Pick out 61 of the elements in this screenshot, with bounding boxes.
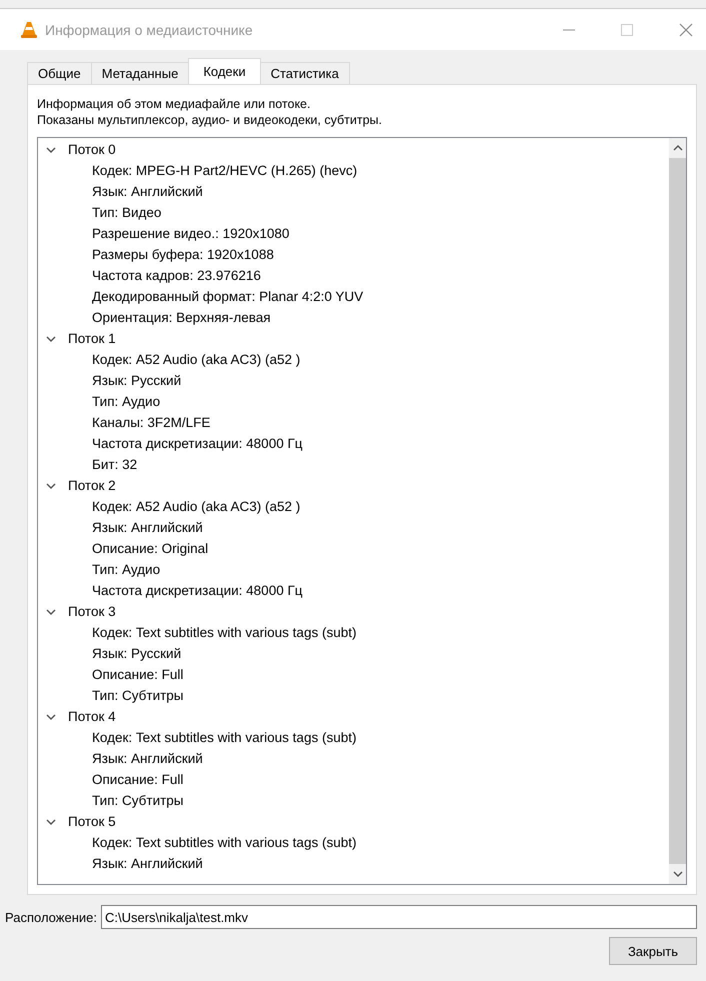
tree-item[interactable]: Тип: Субтитры bbox=[38, 790, 669, 811]
stream-label: Поток 1 bbox=[68, 330, 116, 348]
chevron-icon[interactable] bbox=[46, 816, 56, 826]
tree-item[interactable]: Кодек: MPEG-H Part2/HEVC (H.265) (hevc) bbox=[38, 160, 669, 181]
description-text: Информация об этом медиафайле или потоке. bbox=[37, 96, 312, 112]
tree-item[interactable]: Поток 0 bbox=[38, 139, 669, 160]
stream-label: Поток 5 bbox=[68, 813, 116, 831]
tree-item[interactable]: Частота кадров: 23.976216 bbox=[38, 265, 669, 286]
chevron-icon[interactable] bbox=[46, 606, 56, 616]
tree-item[interactable]: Язык: Русский bbox=[38, 370, 669, 391]
tree-item[interactable]: Язык: Английский bbox=[38, 517, 669, 538]
stream-label: Поток 2 bbox=[68, 477, 116, 495]
traffic-cone-icon bbox=[21, 20, 37, 38]
chevron-icon[interactable] bbox=[46, 334, 56, 344]
tree-item[interactable]: Язык: Английский bbox=[38, 181, 669, 202]
chevron-icon[interactable] bbox=[46, 712, 56, 722]
tree-item[interactable]: Тип: Видео bbox=[38, 202, 669, 223]
tree-item[interactable]: Кодек: Text subtitles with various tags (subt) bbox=[38, 622, 669, 643]
close-icon[interactable] bbox=[679, 22, 693, 36]
scroll-down-icon[interactable] bbox=[672, 870, 682, 878]
tree-item[interactable]: Поток 4 bbox=[38, 706, 669, 727]
tree-item[interactable]: Поток 2 bbox=[38, 475, 669, 496]
tree-item[interactable]: Частота дискретизации: 48000 Гц bbox=[38, 433, 669, 454]
window-title: Информация о медиаисточнике bbox=[45, 22, 253, 38]
tree-item[interactable]: Разрешение видео.: 1920x1080 bbox=[38, 223, 669, 244]
chevron-icon[interactable] bbox=[46, 480, 56, 490]
tab[interactable]: Метаданные bbox=[90, 62, 190, 84]
location-field[interactable]: C:\Users\nikalja\test.mkv bbox=[100, 905, 697, 929]
tree-item[interactable]: Язык: Английский bbox=[38, 853, 669, 874]
tree-item[interactable]: Кодек: Text subtitles with various tags (subt) bbox=[38, 727, 669, 748]
stream-label: Поток 3 bbox=[68, 603, 116, 621]
tree-item[interactable]: Бит: 32 bbox=[38, 454, 669, 475]
tab[interactable]: Общие bbox=[27, 62, 92, 84]
tree-item[interactable]: Поток 5 bbox=[38, 811, 669, 832]
tree-item[interactable]: Тип: Аудио bbox=[38, 559, 669, 580]
scroll-up-icon[interactable] bbox=[672, 144, 682, 152]
tree-item[interactable]: Ориентация: Верхняя-левая bbox=[38, 307, 669, 328]
tree-item[interactable]: Тип: Аудио bbox=[38, 391, 669, 412]
stream-label: Поток 0 bbox=[68, 141, 116, 159]
stream-label: Поток 4 bbox=[68, 708, 116, 726]
tree-item[interactable]: Описание: Full bbox=[38, 664, 669, 685]
tree-item[interactable]: Поток 3 bbox=[38, 601, 669, 622]
tree-item[interactable]: Кодек: A52 Audio (aka AC3) (a52 ) bbox=[38, 349, 669, 370]
tree-item[interactable]: Язык: Русский bbox=[38, 643, 669, 664]
tree-item[interactable]: Описание: Full bbox=[38, 769, 669, 790]
tree-item[interactable]: Поток 1 bbox=[38, 328, 669, 349]
tree-item[interactable]: Размеры буфера: 1920x1088 bbox=[38, 244, 669, 265]
tree-item[interactable]: Кодек: Text subtitles with various tags (subt) bbox=[38, 832, 669, 853]
tree-item[interactable]: Тип: Субтитры bbox=[38, 685, 669, 706]
tab[interactable]: Кодеки bbox=[188, 58, 261, 84]
description-text: Показаны мультиплексор, аудио- и видеокодеки, субтитры. bbox=[37, 112, 384, 128]
tree-item[interactable]: Кодек: A52 Audio (aka AC3) (a52 ) bbox=[38, 496, 669, 517]
chevron-icon[interactable] bbox=[46, 144, 56, 154]
tree-item[interactable]: Декодированный формат: Planar 4:2:0 YUV bbox=[38, 286, 669, 307]
tree-item[interactable]: Язык: Английский bbox=[38, 748, 669, 769]
tree-item[interactable]: Описание: Original bbox=[38, 538, 669, 559]
tree-item[interactable]: Частота дискретизации: 48000 Гц bbox=[38, 580, 669, 601]
close-button[interactable]: Закрыть bbox=[609, 937, 697, 965]
tree-item[interactable]: Каналы: 3F2M/LFE bbox=[38, 412, 669, 433]
tab[interactable]: Статистика bbox=[260, 62, 350, 84]
location-label: Расположение: bbox=[5, 910, 97, 924]
